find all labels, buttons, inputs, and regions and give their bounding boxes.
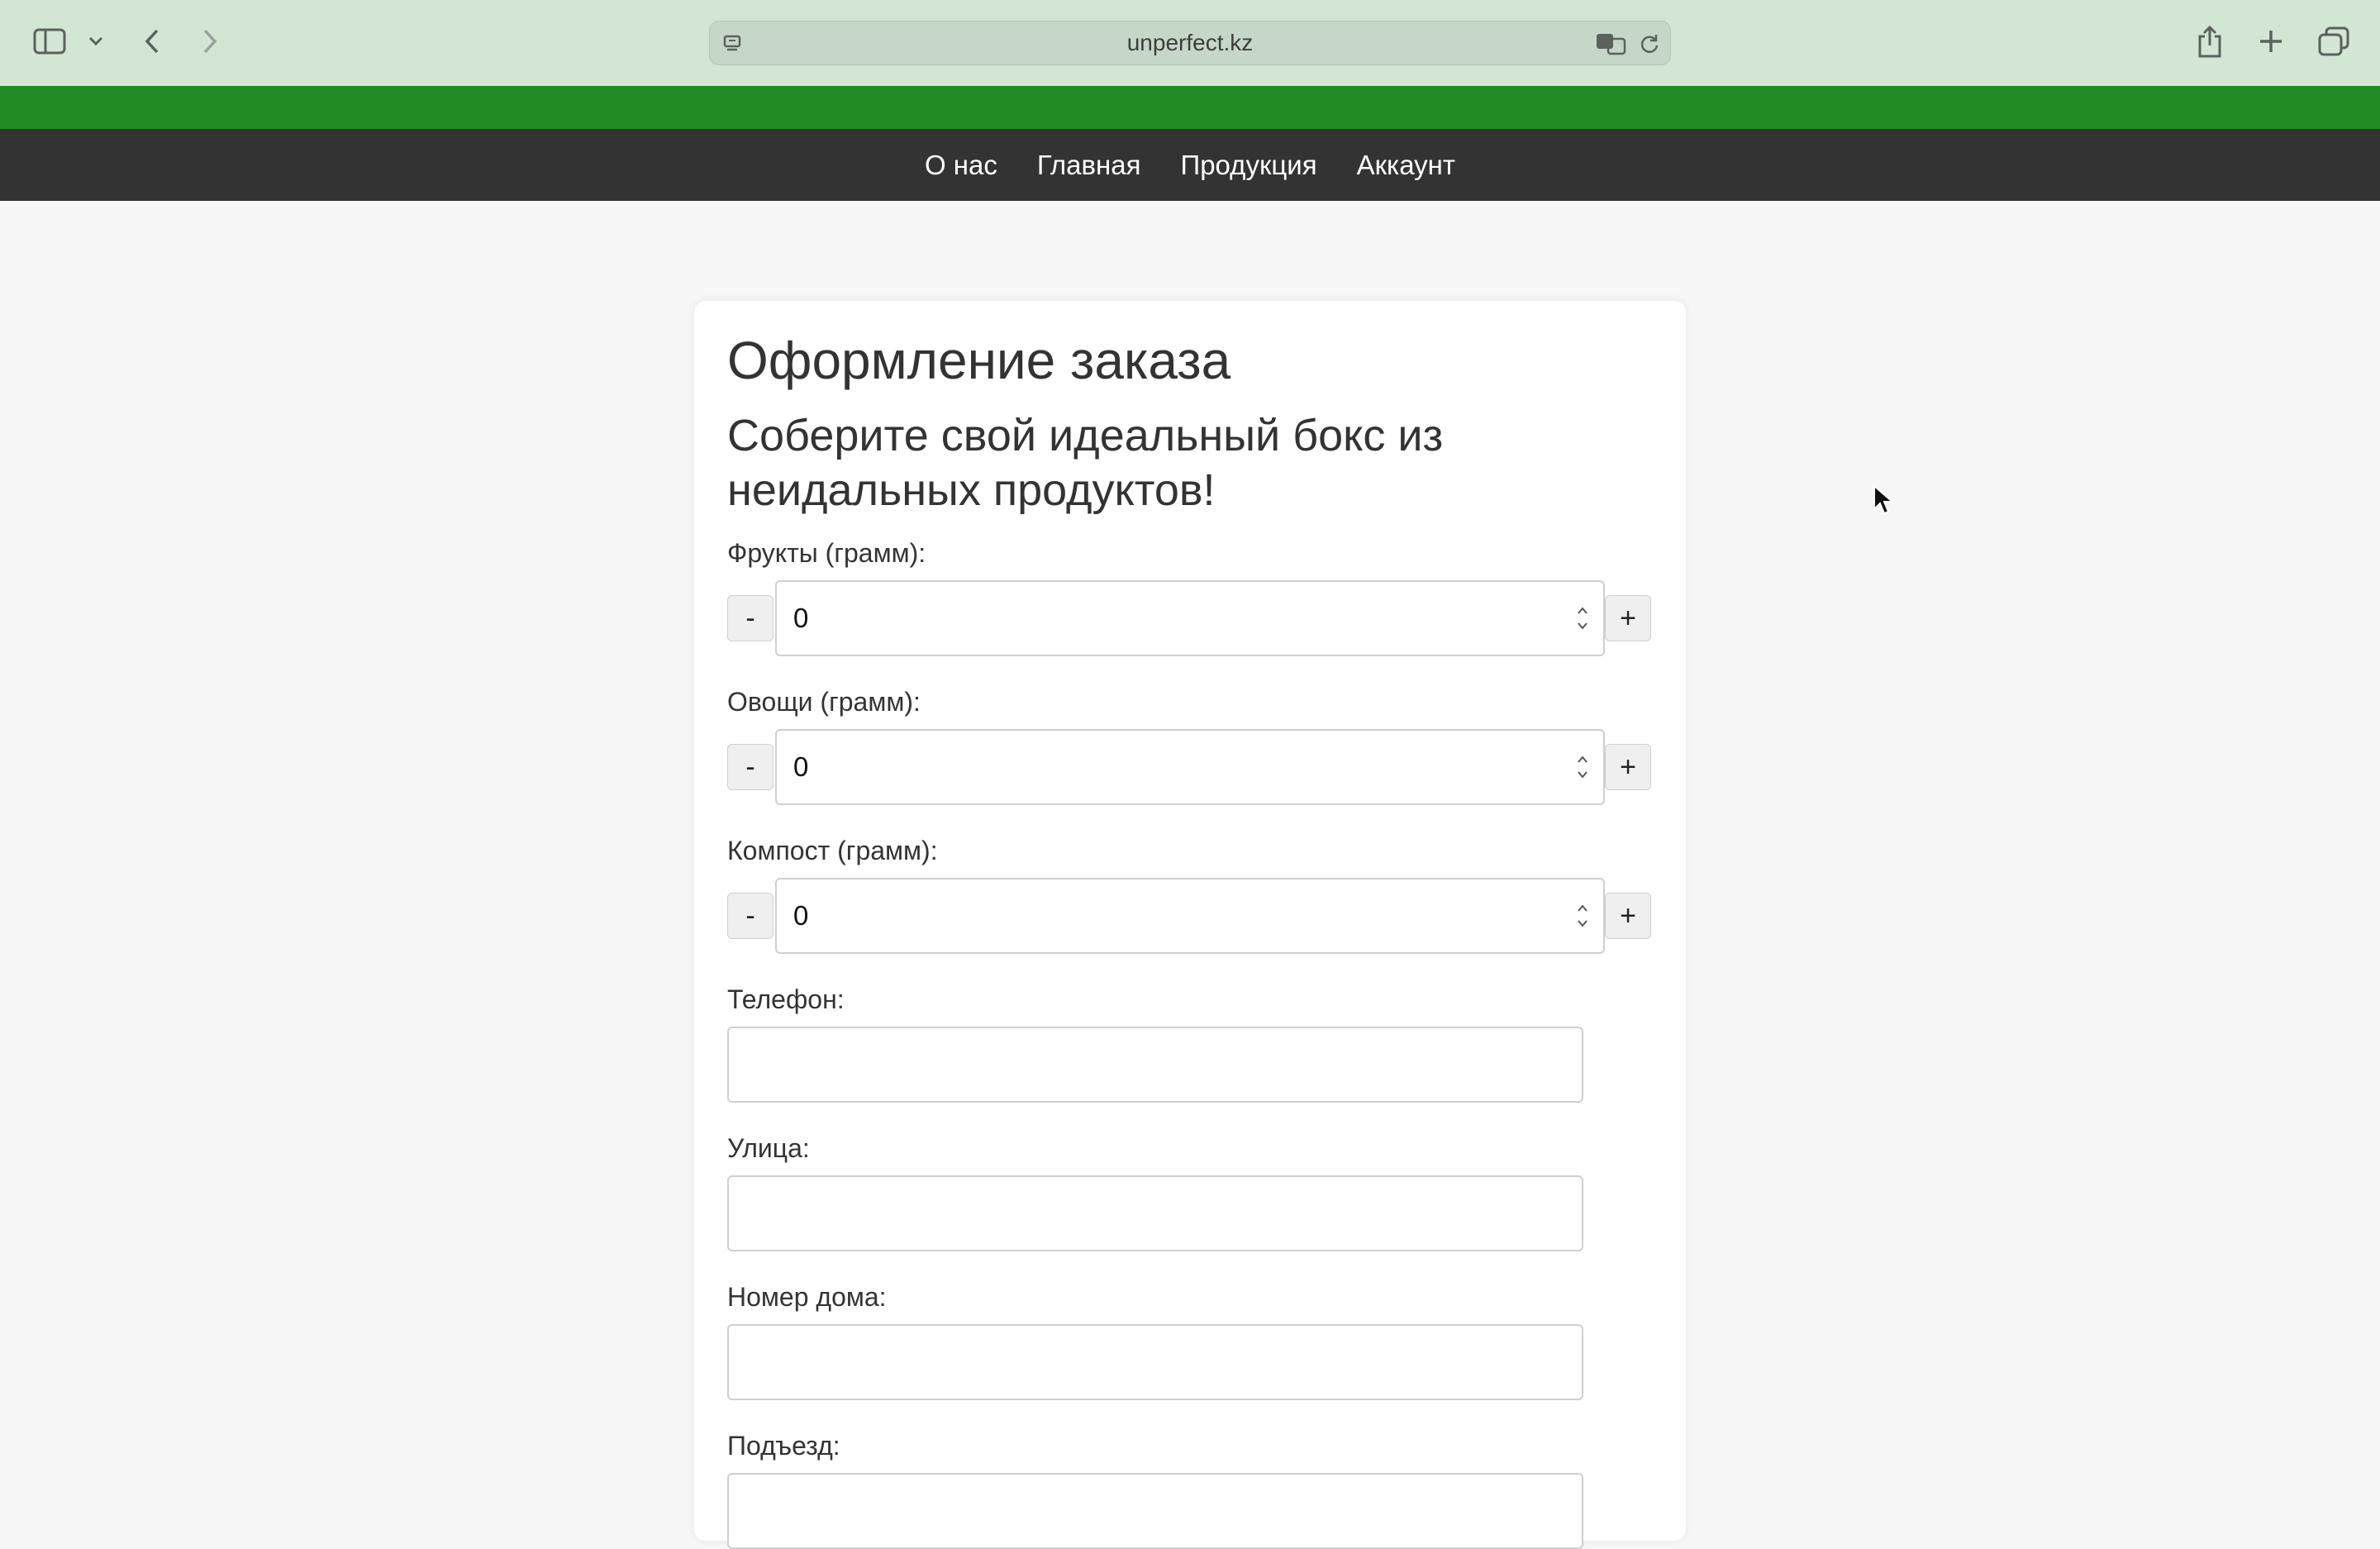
vegetables-quantity-input[interactable]: 0 xyxy=(775,729,1605,805)
tab-overview-icon[interactable] xyxy=(2316,25,2352,58)
back-icon[interactable] xyxy=(139,25,165,58)
fruits-label: Фрукты (грамм): xyxy=(727,538,926,568)
fruits-quantity-value: 0 xyxy=(793,603,809,633)
header-banner xyxy=(0,86,2380,129)
compost-plus-button[interactable]: + xyxy=(1605,893,1651,939)
vegetables-label: Овощи (грамм): xyxy=(727,687,921,717)
phone-label: Телефон: xyxy=(727,984,845,1014)
share-icon[interactable] xyxy=(2193,23,2226,60)
vegetables-minus-button[interactable]: - xyxy=(727,744,774,790)
new-tab-icon[interactable] xyxy=(2254,25,2287,58)
fruits-quantity-input[interactable]: 0 xyxy=(775,580,1605,656)
spinner-icon[interactable] xyxy=(1577,752,1588,782)
address-bar[interactable]: unperfect.kz xyxy=(709,21,1671,65)
spinner-icon[interactable] xyxy=(1577,603,1588,633)
page-title: Оформление заказа xyxy=(727,331,1231,390)
entrance-label: Подъезд: xyxy=(727,1431,840,1461)
mouse-cursor-icon xyxy=(1873,484,1895,515)
compost-quantity-value: 0 xyxy=(793,900,809,931)
vegetables-quantity-value: 0 xyxy=(793,751,809,782)
translate-icon[interactable] xyxy=(1594,31,1629,56)
vegetables-plus-button[interactable]: + xyxy=(1605,744,1651,790)
order-form-card: Оформление заказа Соберите свой идеальны… xyxy=(694,301,1686,1549)
browser-toolbar: unperfect.kz xyxy=(0,0,2380,87)
spinner-icon[interactable] xyxy=(1577,901,1588,931)
fruits-plus-button[interactable]: + xyxy=(1605,595,1651,641)
nav-link-about[interactable]: О нас xyxy=(925,150,997,181)
entrance-input[interactable] xyxy=(727,1473,1583,1549)
compost-minus-button[interactable]: - xyxy=(727,893,774,939)
phone-input[interactable] xyxy=(727,1027,1583,1103)
compost-quantity-input[interactable]: 0 xyxy=(775,878,1605,954)
fruits-minus-button[interactable]: - xyxy=(727,595,774,641)
nav-link-home[interactable]: Главная xyxy=(1037,150,1141,181)
nav-link-account[interactable]: Аккаунт xyxy=(1357,150,1455,181)
house-number-input[interactable] xyxy=(727,1324,1583,1400)
sidebar-toggle-icon[interactable] xyxy=(31,25,68,58)
street-input[interactable] xyxy=(727,1175,1583,1251)
street-label: Улица: xyxy=(727,1133,810,1163)
main-nav: О нас Главная Продукция Аккаунт xyxy=(0,129,2380,201)
compost-label: Компост (грамм): xyxy=(727,836,938,865)
page-subtitle: Соберите свой идеальный бокс из неидальн… xyxy=(727,411,1444,515)
chevron-down-icon[interactable] xyxy=(86,31,106,51)
nav-link-products[interactable]: Продукция xyxy=(1180,150,1316,181)
reload-icon[interactable] xyxy=(1637,31,1662,56)
forward-icon[interactable] xyxy=(197,25,223,58)
house-number-label: Номер дома: xyxy=(727,1282,887,1312)
url-text: unperfect.kz xyxy=(1126,30,1254,55)
